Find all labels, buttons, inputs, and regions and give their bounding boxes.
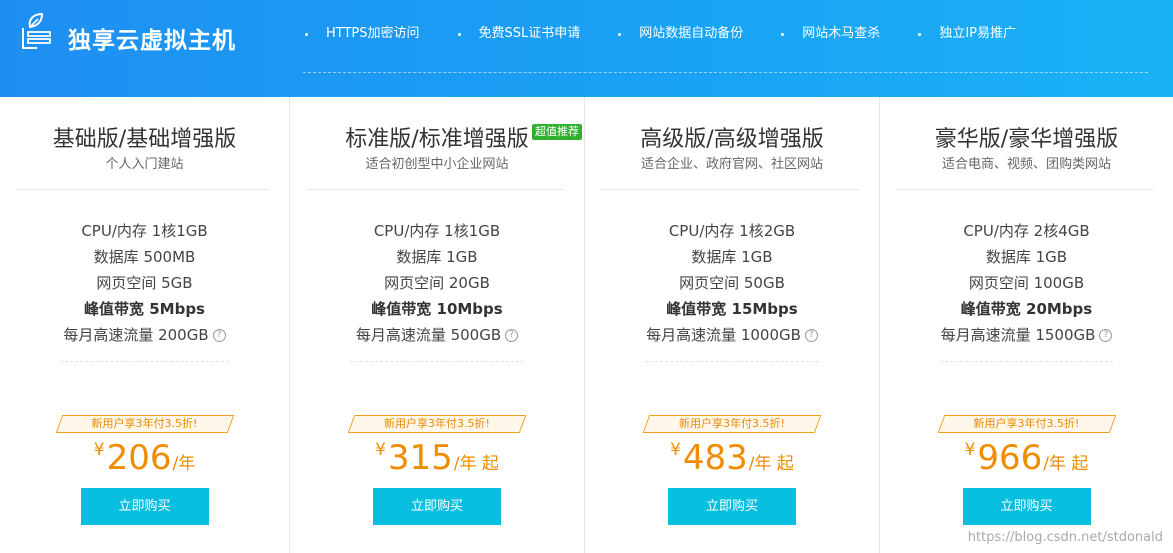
promo-text: 新用户享3年付3.5折! — [384, 417, 490, 430]
plan-card-basic: 基础版/基础增强版 个人入门建站 CPU/内存 1核1GB 数据库 500MB … — [0, 97, 290, 553]
dashed-divider — [350, 361, 524, 362]
plan-list: 基础版/基础增强版 个人入门建站 CPU/内存 1核1GB 数据库 500MB … — [0, 97, 1173, 553]
plan-card-standard: 标准版/标准增强版 超值推荐 适合初创型中小企业网站 CPU/内存 1核1GB … — [290, 97, 585, 553]
feature-malware-scan: 网站木马查杀 — [781, 24, 880, 44]
feature-backup: 网站数据自动备份 — [618, 24, 743, 44]
spec-bandwidth: 峰值带宽 20Mbps — [960, 300, 1093, 318]
price: ¥483/年 起 — [585, 439, 879, 477]
dashed-divider — [645, 361, 819, 362]
promo-text: 新用户享3年付3.5折! — [91, 417, 198, 430]
plan-specs: CPU/内存 1核2GB 数据库 1GB 网页空间 50GB 峰值带宽 15Mb… — [585, 218, 879, 348]
price-unit: /年 起 — [453, 454, 499, 474]
buy-button-advanced[interactable]: 立即购买 — [668, 488, 796, 525]
currency-symbol: ¥ — [670, 440, 681, 460]
plan-card-deluxe: 豪华版/豪华增强版 适合电商、视频、团购类网站 CPU/内存 2核4GB 数据库… — [880, 97, 1173, 553]
plan-specs: CPU/内存 2核4GB 数据库 1GB 网页空间 100GB 峰值带宽 20M… — [880, 218, 1173, 348]
spec-bandwidth: 峰值带宽 5Mbps — [84, 300, 205, 318]
help-icon[interactable]: ? — [505, 329, 519, 342]
plan-subtitle: 适合初创型中小企业网站 — [365, 157, 509, 172]
price-value: 966 — [977, 438, 1043, 478]
promo-text: 新用户享3年付3.5折! — [973, 417, 1080, 430]
price-unit: /年 起 — [748, 454, 794, 474]
spec-traffic-row: 每月高速流量 1500GB? — [880, 322, 1173, 348]
feature-https: HTTPS加密访问 — [305, 24, 420, 44]
spec-web-space: 网页空间 20GB — [384, 274, 490, 292]
plan-card-advanced: 高级版/高级增强版 适合企业、政府官网、社区网站 CPU/内存 1核2GB 数据… — [585, 97, 880, 553]
help-icon[interactable]: ? — [1099, 329, 1113, 342]
dashed-divider — [940, 361, 1113, 362]
spec-cpu-memory: CPU/内存 1核2GB — [668, 222, 796, 240]
price: ¥315/年 起 — [290, 439, 584, 477]
plan-specs: CPU/内存 1核1GB 数据库 1GB 网页空间 20GB 峰值带宽 10Mb… — [290, 218, 584, 348]
price-value: 206 — [106, 438, 172, 478]
spec-web-space: 网页空间 100GB — [968, 274, 1085, 292]
plan-specs: CPU/内存 1核1GB 数据库 500MB 网页空间 5GB 峰值带宽 5Mb… — [0, 218, 289, 348]
spec-traffic: 每月高速流量 200GB — [63, 326, 209, 344]
spec-cpu-memory: CPU/内存 1核1GB — [81, 222, 208, 240]
spec-traffic: 每月高速流量 1500GB — [940, 326, 1096, 344]
plan-divider — [306, 189, 564, 190]
plan-name: 基础版/基础增强版 — [52, 127, 237, 152]
spec-traffic-row: 每月高速流量 200GB? — [0, 322, 289, 348]
promo-tag: 新用户享3年付3.5折! — [642, 415, 822, 433]
help-icon[interactable]: ? — [804, 329, 818, 342]
spec-traffic-row: 每月高速流量 500GB? — [290, 322, 584, 348]
price-value: 315 — [387, 438, 453, 478]
promo-tag: 新用户享3年付3.5折! — [347, 415, 527, 433]
help-icon[interactable]: ? — [212, 329, 226, 342]
spec-traffic: 每月高速流量 1000GB — [646, 326, 801, 344]
logo[interactable]: 独享云虚拟主机 — [20, 12, 240, 56]
plan-divider — [601, 189, 859, 190]
spec-web-space: 网页空间 50GB — [679, 274, 785, 292]
promo-text: 新用户享3年付3.5折! — [679, 417, 785, 430]
spec-database: 数据库 1GB — [396, 248, 478, 266]
plan-subtitle: 适合企业、政府官网、社区网站 — [640, 157, 823, 172]
price-unit: /年 — [172, 454, 196, 474]
price: ¥206/年 — [0, 439, 289, 477]
currency-symbol: ¥ — [93, 440, 105, 460]
plan-subtitle: 适合电商、视频、团购类网站 — [941, 157, 1111, 172]
feature-list: HTTPS加密访问 免费SSL证书申请 网站数据自动备份 网站木马查杀 独立IP… — [305, 24, 1016, 44]
buy-button-basic[interactable]: 立即购买 — [80, 488, 209, 525]
spec-bandwidth: 峰值带宽 10Mbps — [371, 300, 503, 318]
spec-database: 数据库 500MB — [93, 248, 196, 266]
plan-name: 高级版/高级增强版 — [640, 127, 824, 152]
currency-symbol: ¥ — [964, 440, 976, 460]
watermark: https://blog.csdn.net/stdonald — [967, 530, 1163, 545]
spec-traffic: 每月高速流量 500GB — [355, 326, 502, 344]
server-leaf-icon — [22, 12, 51, 49]
price: ¥966/年 起 — [880, 439, 1173, 477]
spec-bandwidth: 峰值带宽 15Mbps — [666, 300, 798, 318]
plan-subtitle: 个人入门建站 — [105, 157, 184, 172]
brand-title: 独享云虚拟主机 — [68, 28, 236, 54]
plan-divider — [16, 189, 269, 190]
buy-button-standard[interactable]: 立即购买 — [373, 488, 501, 525]
feature-ssl: 免费SSL证书申请 — [457, 24, 580, 44]
banner-divider — [303, 72, 1148, 73]
spec-database: 数据库 1GB — [691, 248, 773, 266]
feature-dedicated-ip: 独立IP易推广 — [918, 24, 1016, 44]
currency-symbol: ¥ — [375, 440, 386, 460]
buy-button-deluxe[interactable]: 立即购买 — [962, 488, 1091, 525]
spec-web-space: 网页空间 5GB — [96, 274, 193, 292]
plan-divider — [896, 189, 1153, 190]
spec-cpu-memory: CPU/内存 1核1GB — [373, 222, 501, 240]
dashed-divider — [60, 361, 229, 362]
plan-name: 豪华版/豪华增强版 — [934, 127, 1119, 152]
recommend-badge: 超值推荐 — [532, 124, 582, 140]
promo-tag: 新用户享3年付3.5折! — [55, 415, 234, 433]
header-banner: 独享云虚拟主机 HTTPS加密访问 免费SSL证书申请 网站数据自动备份 网站木… — [0, 0, 1173, 97]
promo-tag: 新用户享3年付3.5折! — [937, 415, 1116, 433]
price-value: 483 — [682, 438, 748, 478]
spec-traffic-row: 每月高速流量 1000GB? — [585, 322, 879, 348]
spec-cpu-memory: CPU/内存 2核4GB — [963, 222, 1090, 240]
spec-database: 数据库 1GB — [985, 248, 1068, 266]
price-unit: /年 起 — [1043, 454, 1089, 474]
